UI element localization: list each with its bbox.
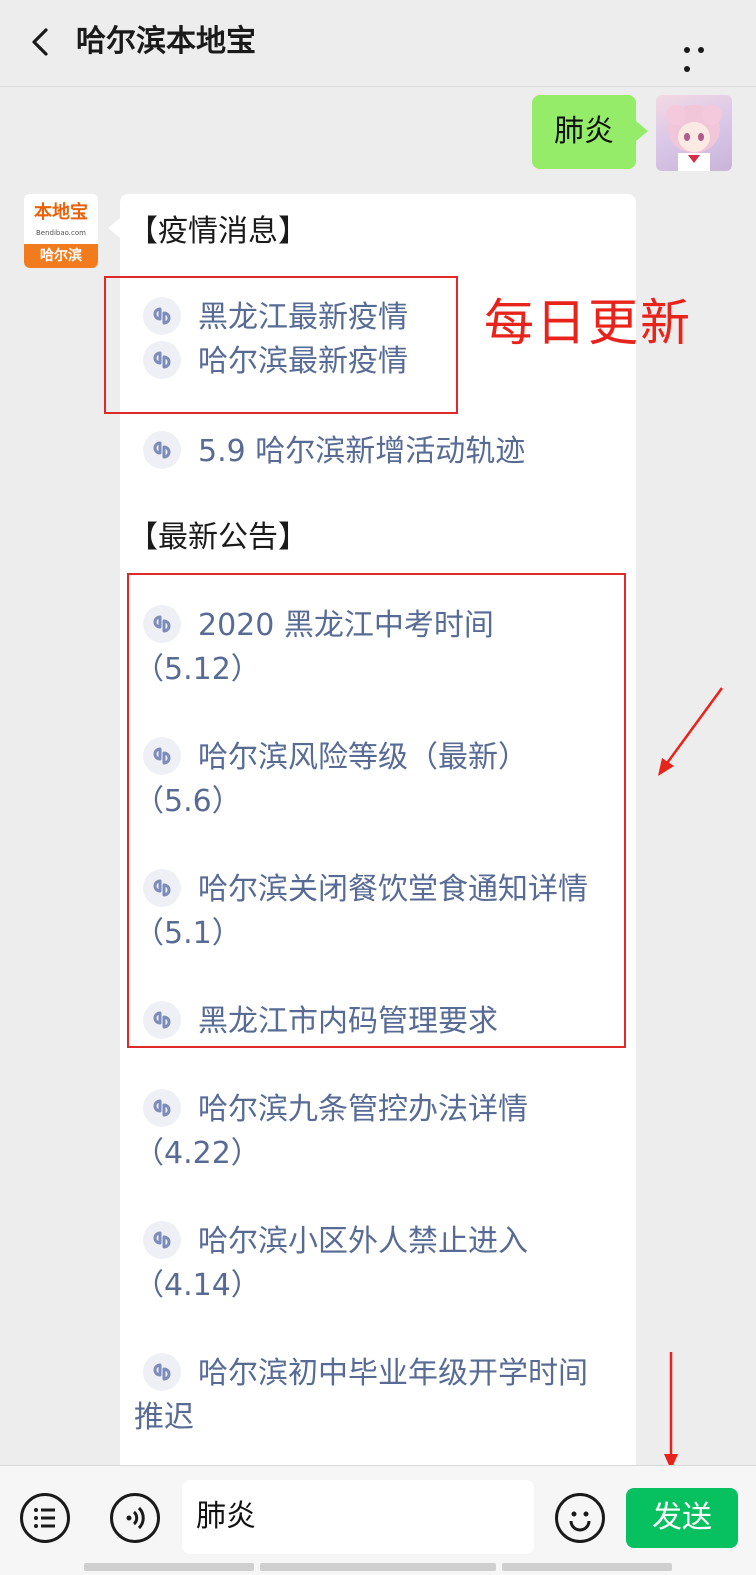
link-label: 5.9 哈尔滨新增活动轨迹 — [198, 434, 526, 469]
section-heading-announcements: 【最新公告】 — [128, 520, 308, 555]
link-label: 哈尔滨九条管控办法详情 — [198, 1092, 528, 1127]
chat-title: 哈尔滨本地宝 — [76, 24, 256, 59]
bottom-strip — [0, 1560, 756, 1574]
message-input[interactable] — [182, 1480, 534, 1554]
top-bar: 哈尔滨本地宝 — [0, 0, 756, 87]
mini-program-link-icon — [143, 1220, 181, 1259]
input-bar: 发送 — [0, 1465, 756, 1575]
red-arrow-icon — [658, 687, 724, 776]
link-harbin-activity-trace[interactable]: 5.9 哈尔滨新增活动轨迹 — [142, 430, 525, 474]
link-nine-measures[interactable]: 哈尔滨九条管控办法详情 — [142, 1088, 528, 1132]
anime-girl-avatar-icon — [666, 105, 722, 171]
red-arrow-icon — [664, 1352, 678, 1470]
annotation-note: 每日更新 — [484, 294, 692, 352]
emoji-icon[interactable] — [555, 1493, 605, 1543]
more-options-icon[interactable] — [684, 38, 724, 72]
avatar-domain-text: Bendibao.com — [35, 229, 86, 237]
link-school-opening[interactable]: 哈尔滨初中毕业年级开学时间 — [142, 1352, 588, 1396]
highlight-box-epidemic — [104, 276, 458, 414]
mini-program-link-icon — [143, 1088, 181, 1127]
user-avatar[interactable] — [656, 95, 732, 171]
menu-list-icon[interactable] — [20, 1493, 70, 1543]
sent-message-bubble[interactable]: 肺炎 — [532, 95, 648, 169]
mini-program-link-icon — [143, 430, 181, 469]
avatar-logo-text: 本地宝 — [34, 202, 88, 223]
link-label: 哈尔滨小区外人禁止进入 — [198, 1224, 528, 1259]
link-date: （4.14） — [134, 1268, 261, 1303]
back-arrow-icon[interactable] — [24, 24, 60, 60]
avatar-city-label: 哈尔滨 — [24, 244, 98, 268]
highlight-box-announcements — [127, 573, 626, 1048]
send-button[interactable]: 发送 — [626, 1488, 738, 1548]
mini-program-link-icon — [143, 1352, 181, 1391]
link-date: （4.22） — [134, 1136, 261, 1171]
voice-icon[interactable] — [110, 1493, 160, 1543]
link-community-entry[interactable]: 哈尔滨小区外人禁止进入 — [142, 1220, 528, 1264]
section-heading-epidemic: 【疫情消息】 — [128, 214, 308, 249]
link-label: 哈尔滨初中毕业年级开学时间 — [198, 1356, 588, 1391]
bendibao-avatar[interactable]: 本地宝 Bendibao.com 哈尔滨 — [24, 194, 98, 268]
link-date: 推迟 — [134, 1400, 194, 1435]
